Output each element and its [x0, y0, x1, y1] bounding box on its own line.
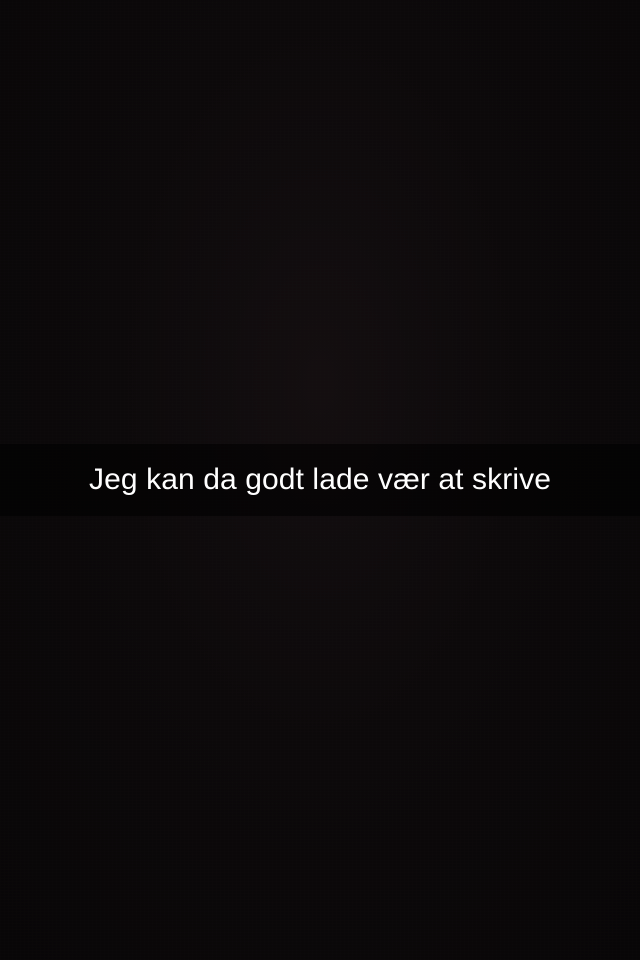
snap-photo: Jeg kan da godt lade vær at skrive	[0, 0, 640, 960]
caption-bar: Jeg kan da godt lade vær at skrive	[0, 444, 640, 516]
caption-text: Jeg kan da godt lade vær at skrive	[89, 463, 551, 496]
